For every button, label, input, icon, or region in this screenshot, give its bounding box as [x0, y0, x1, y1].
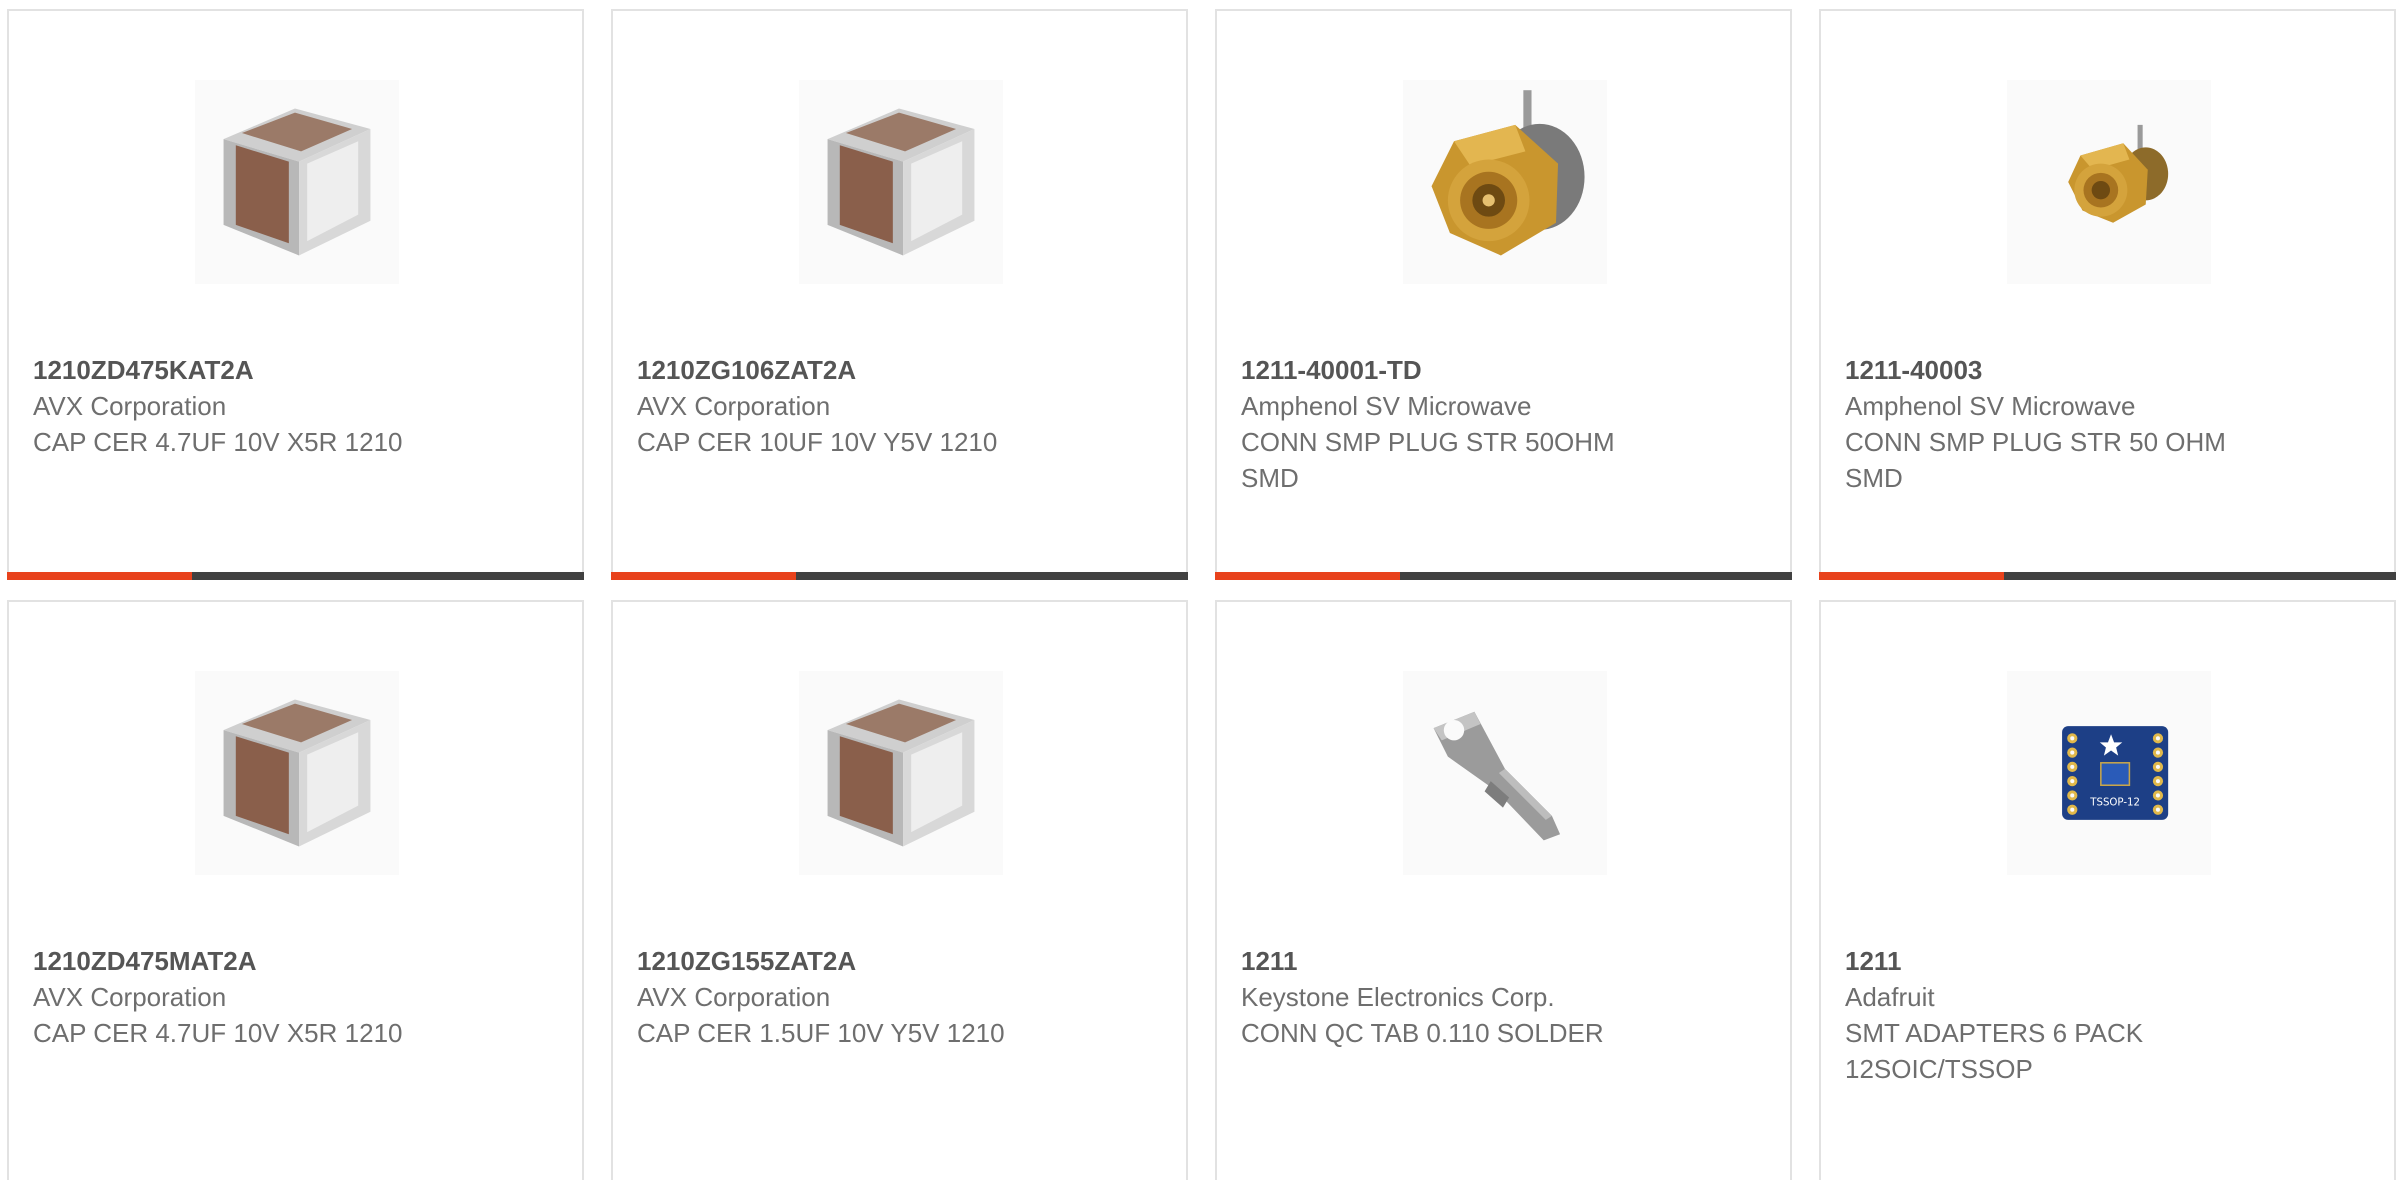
- manufacturer: AVX Corporation: [33, 391, 227, 421]
- product-image[interactable]: [799, 671, 1003, 875]
- product-card[interactable]: 1211-40003 Amphenol SV Microwave CONN SM…: [1819, 9, 2396, 580]
- progress-bar: [611, 572, 1188, 580]
- product-card[interactable]: 1210ZG155ZAT2A AVX Corporation CAP CER 1…: [611, 600, 1188, 1180]
- description: CONN SMP PLUG STR 50OHM SMD: [1241, 427, 1615, 493]
- product-image[interactable]: [1403, 80, 1607, 284]
- product-image[interactable]: [1403, 671, 1607, 875]
- part-number[interactable]: 1211: [1241, 943, 1766, 979]
- progress-fill: [611, 572, 796, 580]
- part-number[interactable]: 1210ZG155ZAT2A: [637, 943, 1162, 979]
- part-number[interactable]: 1211-40003: [1845, 352, 2370, 388]
- capacitor-chip-icon: [827, 108, 975, 256]
- product-image[interactable]: TSSOP-12: [2007, 671, 2211, 875]
- capacitor-chip-icon: [223, 699, 371, 847]
- manufacturer: Adafruit: [1845, 982, 1935, 1012]
- progress-bar: [1215, 572, 1792, 580]
- product-image[interactable]: [195, 671, 399, 875]
- manufacturer: Amphenol SV Microwave: [1241, 391, 1532, 421]
- product-card[interactable]: 1211 Keystone Electronics Corp. CONN QC …: [1215, 600, 1792, 1180]
- product-card[interactable]: 1210ZD475KAT2A AVX Corporation CAP CER 4…: [7, 9, 584, 580]
- progress-bar: [1819, 572, 2396, 580]
- product-image[interactable]: [2007, 80, 2211, 284]
- part-number[interactable]: 1211-40001-TD: [1241, 352, 1766, 388]
- manufacturer: AVX Corporation: [33, 982, 227, 1012]
- description: CAP CER 4.7UF 10V X5R 1210: [33, 427, 403, 457]
- qc-tab-terminal-icon: [1433, 711, 1561, 841]
- manufacturer: AVX Corporation: [637, 391, 831, 421]
- product-image[interactable]: [195, 80, 399, 284]
- progress-fill: [7, 572, 192, 580]
- progress-bar: [7, 572, 584, 580]
- part-number[interactable]: 1210ZD475KAT2A: [33, 352, 558, 388]
- product-card[interactable]: 1210ZD475MAT2A AVX Corporation CAP CER 4…: [7, 600, 584, 1180]
- description: CONN QC TAB 0.110 SOLDER: [1241, 1018, 1604, 1048]
- manufacturer: Amphenol SV Microwave: [1845, 391, 2136, 421]
- product-card[interactable]: 1211-40001-TD Amphenol SV Microwave CONN…: [1215, 9, 1792, 580]
- progress-fill: [1819, 572, 2004, 580]
- part-number[interactable]: 1211: [1845, 943, 2370, 979]
- smp-connector-small-icon: [2068, 124, 2169, 223]
- description: CAP CER 4.7UF 10V X5R 1210: [33, 1018, 403, 1048]
- description: CAP CER 1.5UF 10V Y5V 1210: [637, 1018, 1005, 1048]
- product-image[interactable]: [799, 80, 1003, 284]
- part-number[interactable]: 1210ZD475MAT2A: [33, 943, 558, 979]
- product-grid: 1210ZD475KAT2A AVX Corporation CAP CER 4…: [0, 0, 2400, 1180]
- manufacturer: AVX Corporation: [637, 982, 831, 1012]
- tssop-adapter-board-icon: TSSOP-12: [2062, 726, 2169, 820]
- description: CAP CER 10UF 10V Y5V 1210: [637, 427, 998, 457]
- manufacturer: Keystone Electronics Corp.: [1241, 982, 1555, 1012]
- smp-connector-icon: [1431, 90, 1585, 256]
- product-card[interactable]: 1210ZG106ZAT2A AVX Corporation CAP CER 1…: [611, 9, 1188, 580]
- description: CONN SMP PLUG STR 50 OHM SMD: [1845, 427, 2226, 493]
- description: SMT ADAPTERS 6 PACK 12SOIC/TSSOP: [1845, 1018, 2144, 1084]
- board-label: TSSOP-12: [2089, 798, 2140, 809]
- part-number[interactable]: 1210ZG106ZAT2A: [637, 352, 1162, 388]
- product-card[interactable]: TSSOP-12 1211 Adafruit SMT ADAPTERS 6 PA…: [1819, 600, 2396, 1180]
- progress-fill: [1215, 572, 1400, 580]
- capacitor-chip-icon: [223, 108, 371, 256]
- capacitor-chip-icon: [827, 699, 975, 847]
